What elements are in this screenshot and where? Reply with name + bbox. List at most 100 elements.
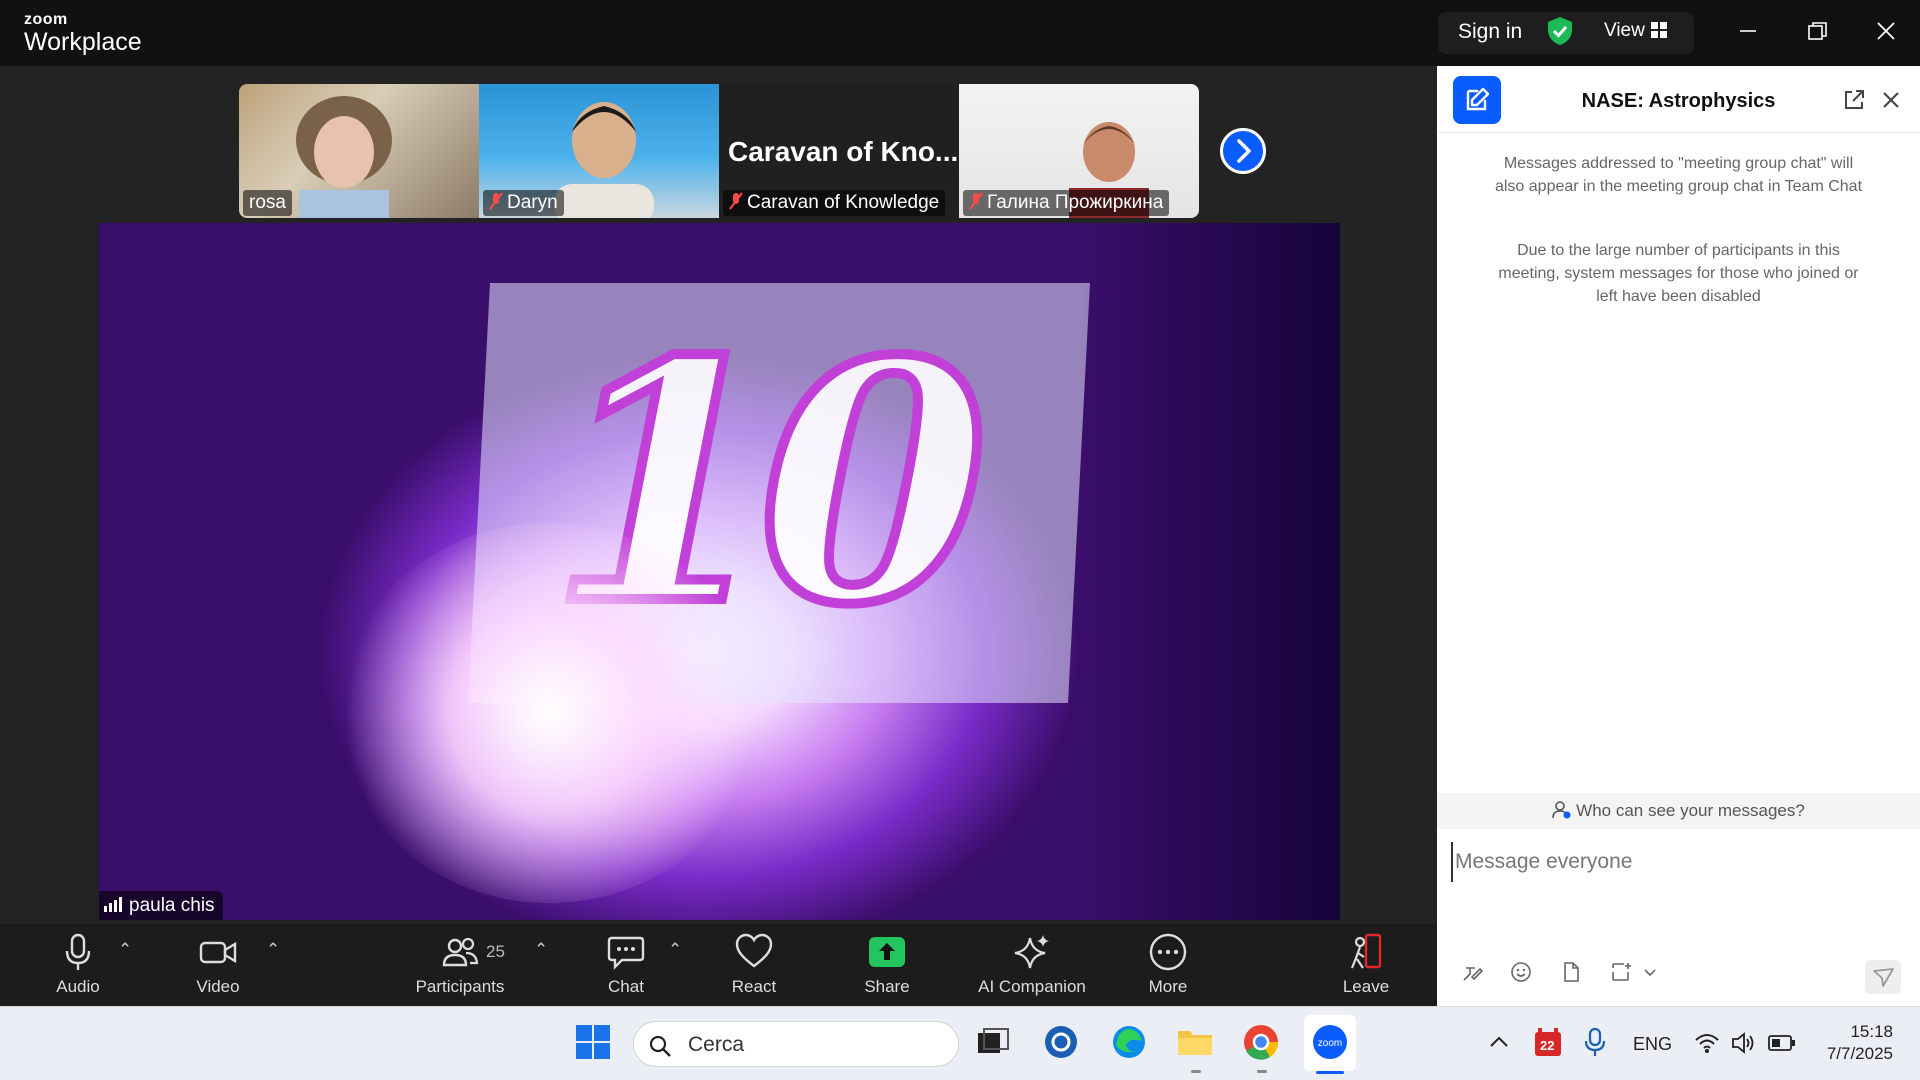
who-can-see-messages-link[interactable]: Who can see your messages? xyxy=(1437,793,1920,829)
react-button[interactable]: React xyxy=(722,932,786,997)
file-explorer-icon[interactable] xyxy=(1174,1021,1216,1063)
restore-icon[interactable] xyxy=(1802,16,1832,46)
share-screen-icon xyxy=(869,937,905,967)
windows-start-icon[interactable] xyxy=(572,1021,614,1063)
participants-icon xyxy=(442,937,479,967)
next-page-chevron-icon[interactable] xyxy=(1220,128,1266,174)
video-label: Video xyxy=(196,977,240,996)
chat-panel: NASE: Astrophysics Messages addressed to… xyxy=(1437,66,1920,1006)
chat-options-chevron-icon[interactable]: ⌃ xyxy=(668,940,682,960)
audio-button[interactable]: Audio xyxy=(46,932,110,997)
participant-thumbnail-strip: rosa Daryn Caravan of Kno... Caravan of … xyxy=(239,84,1199,218)
chrome-browser-icon[interactable] xyxy=(1240,1021,1282,1063)
windows-taskbar: Cerca zoom 22 ENG 15:18 7/7/2025 xyxy=(0,1006,1920,1080)
task-view-icon[interactable] xyxy=(972,1021,1014,1063)
participant-thumbnail[interactable]: Caravan of Kno... Caravan of Knowledge xyxy=(719,84,959,218)
encryption-shield-icon[interactable] xyxy=(1546,16,1574,46)
react-label: React xyxy=(731,977,777,996)
participant-count: 25 xyxy=(486,942,505,961)
heart-icon xyxy=(735,933,773,968)
outlook-icon[interactable] xyxy=(1040,1021,1082,1063)
microphone-icon xyxy=(65,933,91,970)
pop-out-icon[interactable] xyxy=(1842,88,1866,112)
clock-date: 7/7/2025 xyxy=(1826,1044,1893,1063)
zoom-logo: zoom Workplace xyxy=(24,11,142,57)
active-speaker-video[interactable]: 10 paula chis xyxy=(99,223,1340,920)
share-button[interactable]: Share xyxy=(855,932,919,997)
chat-label: Chat xyxy=(608,977,644,996)
participant-name: Daryn xyxy=(483,190,564,216)
close-chat-icon[interactable] xyxy=(1881,90,1901,110)
taskbar-search-box[interactable]: Cerca xyxy=(633,1021,959,1067)
participant-video-image xyxy=(296,96,392,218)
zoom-taskbar-button[interactable]: zoom xyxy=(1304,1015,1356,1071)
muted-mic-icon xyxy=(969,192,983,210)
video-shadow xyxy=(1080,223,1340,920)
more-label: More xyxy=(1148,977,1188,996)
leave-label: Leave xyxy=(1342,977,1390,996)
send-icon[interactable] xyxy=(1865,960,1901,994)
participant-thumbnail[interactable]: Галина Прожиркина xyxy=(959,84,1199,218)
message-input[interactable] xyxy=(1451,842,1901,882)
participants-label: Participants xyxy=(415,977,505,996)
chat-tools-row xyxy=(1437,960,1920,990)
more-tools-chevron-icon[interactable] xyxy=(1643,960,1657,984)
emoji-icon[interactable] xyxy=(1509,960,1533,984)
chat-header-divider xyxy=(1437,132,1920,133)
svg-text:zoom: zoom xyxy=(1318,1038,1342,1049)
participants-options-chevron-icon[interactable]: ⌃ xyxy=(534,940,548,960)
leave-button[interactable]: Leave xyxy=(1334,932,1398,997)
minimize-icon[interactable] xyxy=(1733,16,1763,46)
sparkle-icon xyxy=(1014,935,1049,969)
participant-thumbnail[interactable]: rosa xyxy=(239,84,479,218)
active-app-indicator xyxy=(1316,1071,1344,1074)
system-message: Messages addressed to "meeting group cha… xyxy=(1494,155,1863,195)
close-window-icon[interactable] xyxy=(1871,16,1901,46)
chat-button[interactable]: Chat xyxy=(596,932,656,997)
search-icon xyxy=(649,1035,671,1057)
ai-companion-label: AI Companion xyxy=(978,977,1086,996)
camera-icon xyxy=(199,941,237,964)
clock-time: 15:18 xyxy=(1850,1022,1893,1041)
audio-options-chevron-icon[interactable]: ⌃ xyxy=(118,940,132,960)
system-message: Due to the large number of participants … xyxy=(1498,242,1859,305)
video-light-glow xyxy=(339,523,759,903)
microphone-in-use-icon[interactable] xyxy=(1583,1027,1607,1057)
more-button[interactable]: More xyxy=(1136,932,1200,997)
running-indicator xyxy=(1191,1070,1201,1073)
user-visibility-icon xyxy=(1552,801,1571,819)
speaker-name-label: paula chis xyxy=(99,891,223,920)
participant-display-text: Caravan of Kno... xyxy=(728,136,959,167)
title-bar: zoom Workplace Sign in View xyxy=(0,0,1920,66)
chat-bubble-icon xyxy=(607,936,645,970)
search-placeholder: Cerca xyxy=(688,1033,745,1056)
screenshot-icon[interactable] xyxy=(1609,960,1633,984)
volume-icon[interactable] xyxy=(1730,1031,1756,1055)
participant-name: rosa xyxy=(243,190,292,216)
view-button[interactable]: View xyxy=(1604,20,1645,42)
video-options-chevron-icon[interactable]: ⌃ xyxy=(266,940,280,960)
calendar-badge: 22 xyxy=(1540,1038,1555,1053)
muted-mic-icon xyxy=(729,192,743,210)
ai-companion-button[interactable]: AI Companion xyxy=(970,932,1094,997)
attach-file-icon[interactable] xyxy=(1559,960,1583,984)
video-button[interactable]: Video xyxy=(186,932,250,997)
wifi-icon[interactable] xyxy=(1694,1031,1720,1055)
meeting-toolbar: Audio ⌃ Video ⌃ Participants 25 ⌃ Chat ⌃… xyxy=(0,924,1437,1006)
grid-view-icon xyxy=(1651,22,1667,38)
participant-name: Caravan of Knowledge xyxy=(723,190,946,216)
participant-video-image xyxy=(554,102,654,218)
who-can-see-label: Who can see your messages? xyxy=(1576,801,1805,820)
calendar-app-icon[interactable]: 22 xyxy=(1534,1027,1562,1057)
running-indicator xyxy=(1257,1070,1267,1073)
show-hidden-icons-chevron-icon[interactable] xyxy=(1486,1029,1512,1055)
sign-in-button[interactable]: Sign in xyxy=(1458,20,1522,44)
edge-browser-icon[interactable] xyxy=(1108,1021,1150,1063)
participant-thumbnail[interactable]: Daryn xyxy=(479,84,719,218)
format-text-icon[interactable] xyxy=(1461,960,1485,984)
system-clock[interactable]: 15:18 7/7/2025 xyxy=(1818,1021,1893,1065)
logo-zoom-text: zoom xyxy=(24,11,68,28)
audio-label: Audio xyxy=(56,977,100,996)
language-indicator[interactable]: ENG xyxy=(1633,1034,1672,1055)
battery-icon[interactable] xyxy=(1767,1032,1797,1054)
